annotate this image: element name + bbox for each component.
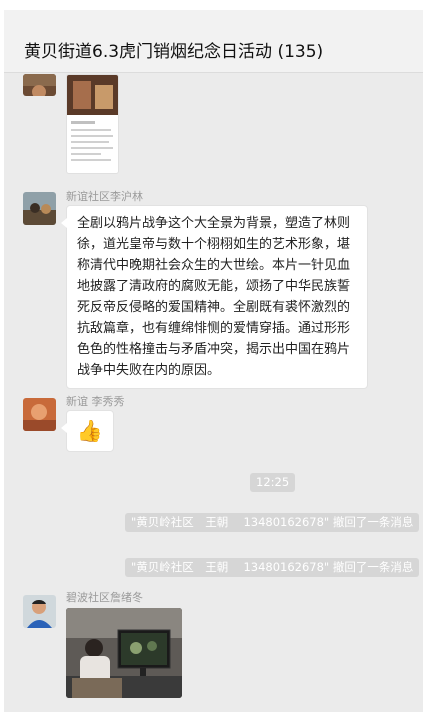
avatar-photo-icon — [23, 192, 56, 225]
avatar[interactable] — [23, 74, 56, 96]
avatar-photo-icon — [23, 74, 56, 96]
shared-image-content — [67, 75, 118, 161]
sender-name: 新谊 李秀秀 — [66, 395, 125, 408]
shared-image-content — [66, 608, 182, 698]
avatar-man-icon — [23, 595, 56, 628]
message-bubble[interactable]: 全剧以鸦片战争这个大全景为背景，塑造了林则徐，道光皇帝与数十个栩栩如生的艺术形象… — [61, 205, 368, 389]
avatar[interactable] — [23, 192, 56, 225]
sender-name: 新谊社区李沪林 — [66, 190, 143, 203]
avatar-photo-icon — [23, 398, 56, 431]
shared-image[interactable] — [66, 74, 119, 174]
avatar[interactable] — [23, 398, 56, 431]
system-notice: "黄贝岭社区 王朝 13480162678" 撤回了一条消息 — [125, 513, 420, 532]
system-notice: "黄贝岭社区 王朝 13480162678" 撤回了一条消息 — [125, 558, 420, 577]
message-bubble[interactable]: 👍 — [61, 410, 114, 452]
chat-title[interactable]: 黄贝街道6.3虎门销烟纪念日活动 (135) — [24, 37, 323, 62]
message-text: 全剧以鸦片战争这个大全景为背景，塑造了林则徐，道光皇帝与数十个栩栩如生的艺术形象… — [77, 216, 351, 378]
sender-name: 碧波社区詹绪冬 — [66, 591, 143, 604]
avatar[interactable] — [23, 595, 56, 628]
shared-image[interactable] — [66, 608, 182, 698]
thumbs-up-icon: 👍 — [76, 419, 104, 443]
timestamp: 12:25 — [250, 473, 296, 492]
chat-window: 黄贝街道6.3虎门销烟纪念日活动 (135) 新谊社区李沪林 全剧以鸦片战争这个… — [4, 10, 423, 712]
chat-header: 黄贝街道6.3虎门销烟纪念日活动 (135) — [4, 10, 423, 73]
